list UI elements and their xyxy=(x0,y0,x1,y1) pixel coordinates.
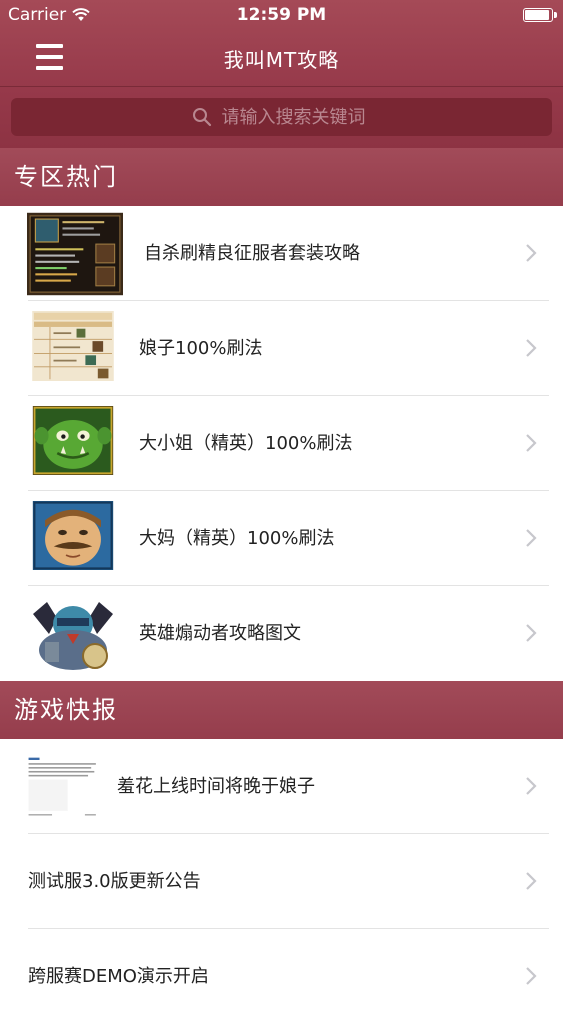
list-item[interactable]: 英雄煽动者攻略图文 xyxy=(0,586,563,681)
list-item-label: 自杀刷精良征服者套装攻略 xyxy=(144,243,360,264)
list-item[interactable]: 跨服赛DEMO演示开启 xyxy=(0,929,563,1024)
battery-icon xyxy=(523,8,557,22)
chevron-right-icon xyxy=(526,777,537,795)
list-item-label: 娘子100%刷法 xyxy=(139,338,263,359)
list-item[interactable]: 测试服3.0版更新公告 xyxy=(0,834,563,929)
mustached-man-portrait-thumbnail xyxy=(32,501,114,570)
status-time: 12:59 PM xyxy=(236,5,327,25)
section-header-news: 游戏快报 xyxy=(0,681,563,739)
list-item-label: 跨服赛DEMO演示开启 xyxy=(28,966,209,987)
chevron-right-icon xyxy=(526,529,537,547)
list-item[interactable]: 大小姐（精英）100%刷法 xyxy=(0,396,563,491)
page-title: 我叫MT攻略 xyxy=(223,48,340,72)
armored-warrior-portrait-thumbnail xyxy=(27,594,119,673)
list-item-label: 英雄煽动者攻略图文 xyxy=(139,623,301,644)
chevron-right-icon xyxy=(526,872,537,890)
navigation-bar: 我叫MT攻略 xyxy=(0,30,563,86)
list-item[interactable]: 大妈（精英）100%刷法 xyxy=(0,491,563,586)
chevron-right-icon xyxy=(526,624,537,642)
list-item[interactable]: 娘子100%刷法 xyxy=(0,301,563,396)
search-bar xyxy=(0,86,563,148)
search-icon xyxy=(192,108,211,127)
chevron-right-icon xyxy=(526,244,537,262)
item-tooltip-screenshot-thumbnail xyxy=(27,212,123,296)
section-header-hot: 专区热门 xyxy=(0,148,563,206)
list-item[interactable]: 自杀刷精良征服者套装攻略 xyxy=(0,206,563,301)
chevron-right-icon xyxy=(526,967,537,985)
news-text-screenshot-thumbnail xyxy=(27,756,99,818)
list-item-label: 羞花上线时间将晚于娘子 xyxy=(117,776,315,797)
list-item-label: 大小姐（精英）100%刷法 xyxy=(139,433,353,454)
green-ogre-portrait-thumbnail xyxy=(32,406,114,475)
search-field[interactable] xyxy=(11,98,552,136)
table-screenshot-thumbnail xyxy=(32,311,114,381)
list-item-label: 测试服3.0版更新公告 xyxy=(28,871,201,892)
list-item-label: 大妈（精英）100%刷法 xyxy=(139,528,335,549)
search-input[interactable] xyxy=(221,106,372,128)
chevron-right-icon xyxy=(526,434,537,452)
status-bar: Carrier 12:59 PM xyxy=(0,0,563,30)
chevron-right-icon xyxy=(526,339,537,357)
top-bar: Carrier 12:59 PM 我叫MT攻略 xyxy=(0,0,563,148)
list-item[interactable]: 羞花上线时间将晚于娘子 xyxy=(0,739,563,834)
